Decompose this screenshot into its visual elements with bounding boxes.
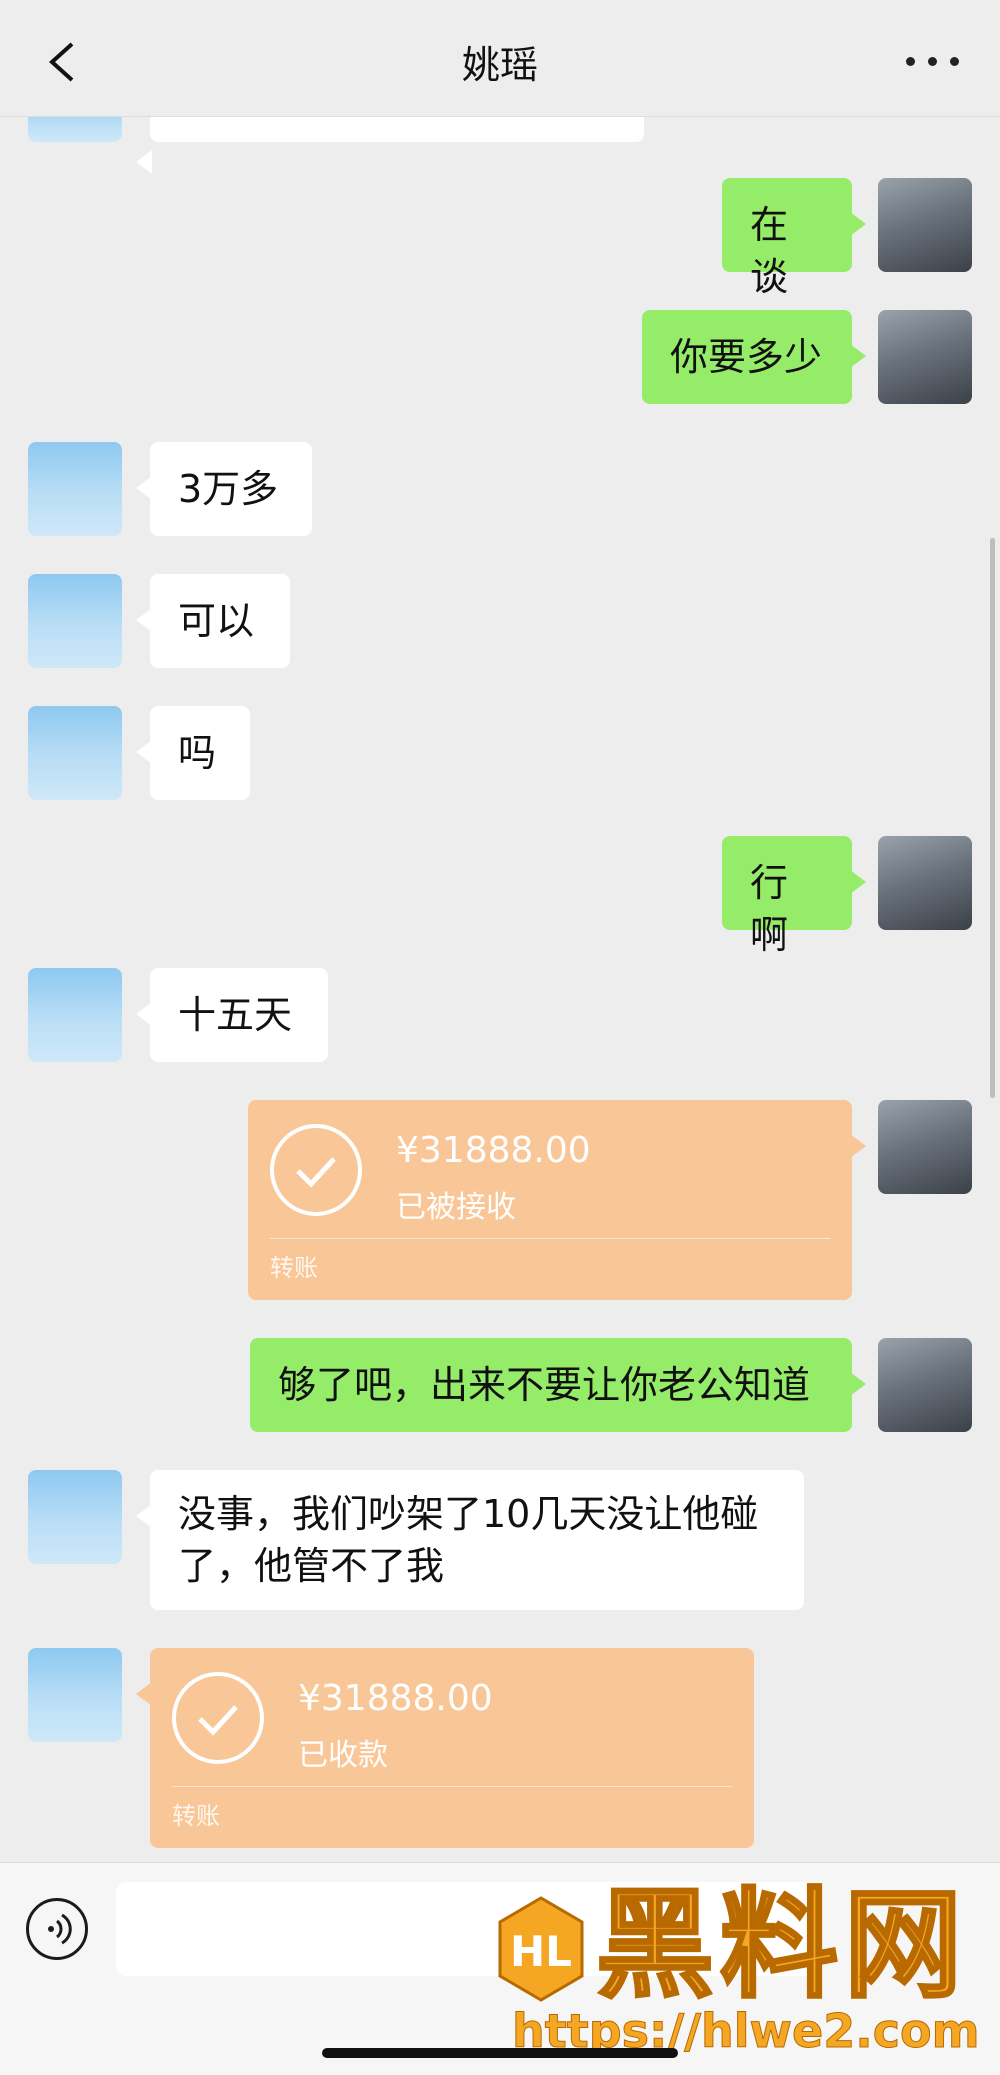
svg-text:HL: HL bbox=[510, 1927, 572, 1976]
message-bubble[interactable]: 够了吧，出来不要让你老公知道 bbox=[250, 1338, 866, 1432]
transfer-amount: ¥31888.00 bbox=[298, 1678, 493, 1719]
transfer-status: 已被接收 bbox=[396, 1190, 516, 1225]
avatar[interactable] bbox=[878, 310, 972, 404]
divider bbox=[270, 1238, 830, 1239]
transfer-card[interactable]: ¥31888.00 已收款 转账 bbox=[136, 1648, 754, 1848]
transfer-amount: ¥31888.00 bbox=[396, 1130, 591, 1171]
chat-header: 姚瑶 bbox=[0, 0, 1000, 117]
message-bubble[interactable]: 十五天 bbox=[136, 968, 328, 1062]
message-text: 3万多 bbox=[178, 467, 279, 511]
divider bbox=[172, 1786, 732, 1787]
avatar[interactable] bbox=[28, 1648, 122, 1742]
transfer-label: 转账 bbox=[172, 1802, 220, 1830]
check-circle-icon bbox=[172, 1672, 264, 1764]
message-bubble[interactable]: 3万多 bbox=[136, 442, 312, 536]
message-text: 够了吧，出来不要让你老公知道 bbox=[278, 1363, 811, 1407]
more-icon[interactable] bbox=[906, 52, 966, 68]
message-text: 行啊 bbox=[750, 861, 789, 957]
avatar[interactable] bbox=[28, 1470, 122, 1564]
avatar[interactable] bbox=[28, 706, 122, 800]
message-text-line: 了，他管不了我 bbox=[178, 1544, 445, 1588]
message-bubble[interactable]: 你要多少 bbox=[642, 310, 866, 404]
avatar[interactable] bbox=[28, 442, 122, 536]
transfer-card[interactable]: ¥31888.00 已被接收 转账 bbox=[248, 1100, 866, 1300]
avatar[interactable] bbox=[878, 1338, 972, 1432]
transfer-label: 转账 bbox=[270, 1254, 318, 1282]
avatar[interactable] bbox=[878, 178, 972, 272]
avatar[interactable] bbox=[878, 836, 972, 930]
message-text: 可以 bbox=[178, 599, 255, 643]
check-circle-icon bbox=[270, 1124, 362, 1216]
avatar[interactable] bbox=[28, 968, 122, 1062]
avatar[interactable] bbox=[28, 574, 122, 668]
message-text: 你要多少 bbox=[670, 335, 823, 379]
message-bubble[interactable]: 没事，我们吵架了10几天没让他碰 了，他管不了我 bbox=[136, 1470, 804, 1610]
scrollbar[interactable] bbox=[990, 538, 995, 1098]
message-text: 十五天 bbox=[178, 993, 293, 1037]
home-indicator bbox=[322, 2048, 678, 2058]
message-text: 在谈 bbox=[750, 203, 789, 299]
message-bubble[interactable]: 吗 bbox=[136, 706, 250, 800]
message-bubble[interactable]: 行啊 bbox=[722, 836, 866, 957]
message-text: 吗 bbox=[178, 731, 217, 775]
message-bubble-partial bbox=[136, 116, 644, 174]
message-text-line: 没事，我们吵架了10几天没让他碰 bbox=[178, 1492, 759, 1536]
voice-icon[interactable] bbox=[26, 1898, 88, 1960]
watermark-text: 黑料网 bbox=[594, 1876, 969, 2014]
chat-title: 姚瑶 bbox=[461, 43, 538, 87]
watermark-logo: HL bbox=[498, 1896, 584, 2002]
transfer-status: 已收款 bbox=[298, 1738, 388, 1773]
message-bubble[interactable]: 可以 bbox=[136, 574, 290, 668]
avatar[interactable] bbox=[878, 1100, 972, 1194]
message-bubble[interactable]: 在谈 bbox=[722, 178, 866, 299]
